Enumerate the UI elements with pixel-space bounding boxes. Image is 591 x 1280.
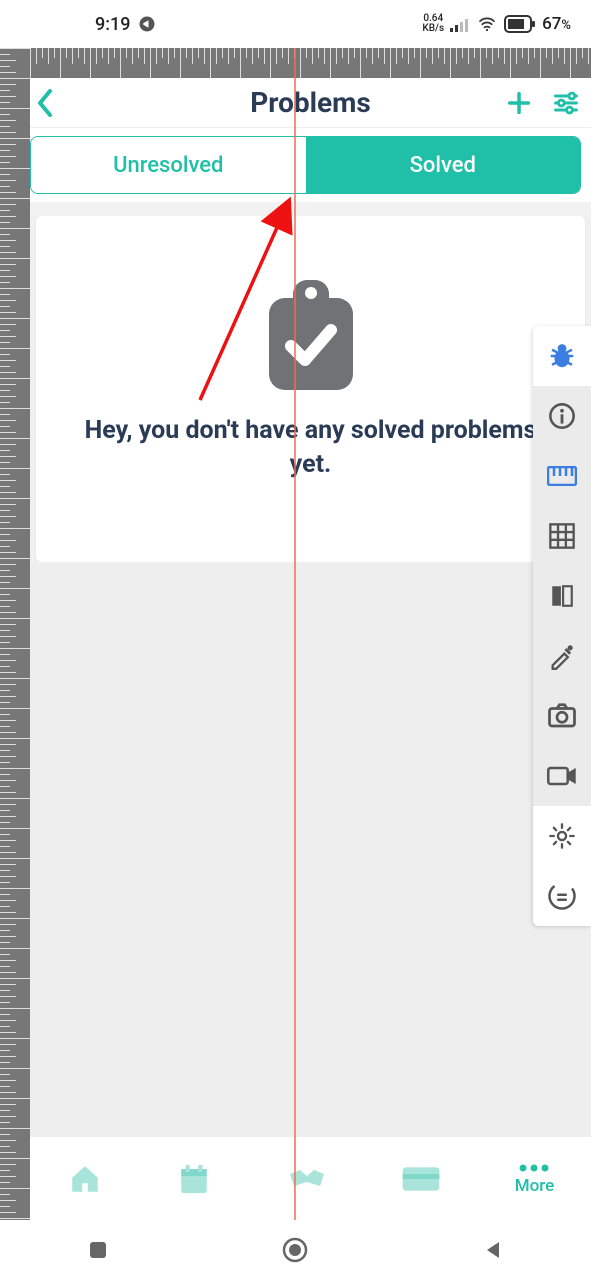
debug-ruler-button[interactable] — [533, 446, 591, 506]
back-button[interactable] — [36, 88, 54, 118]
debug-ruler-left — [0, 48, 30, 1280]
empty-state-card: Hey, you don't have any solved problems … — [36, 216, 585, 562]
nav-handshake[interactable] — [286, 1164, 328, 1194]
debug-bug-button[interactable] — [533, 326, 591, 386]
debug-eyedropper-button[interactable] — [533, 626, 591, 686]
tab-group: Unresolved Solved — [30, 136, 581, 194]
debug-split-button[interactable] — [533, 566, 591, 626]
debug-info-button[interactable] — [533, 386, 591, 446]
debug-camera-button[interactable] — [533, 686, 591, 746]
battery-icon — [504, 15, 536, 33]
add-button[interactable] — [505, 89, 533, 117]
debug-toolbar — [533, 326, 591, 926]
debug-video-button[interactable] — [533, 746, 591, 806]
debug-ruler-top — [0, 48, 591, 78]
status-bar: 9:19 0.64 KB/s 67% — [0, 0, 591, 48]
status-time: 9:19 — [95, 14, 130, 35]
battery-percentage: 67% — [542, 14, 571, 34]
system-recent-apps[interactable] — [86, 1238, 110, 1262]
net-speed-indicator: 0.64 KB/s — [422, 14, 444, 34]
debug-rotate-button[interactable] — [533, 866, 591, 926]
tab-unresolved[interactable]: Unresolved — [31, 137, 306, 193]
system-navigation-bar — [0, 1220, 591, 1280]
nav-more[interactable]: More — [515, 1162, 554, 1196]
debug-grid-button[interactable] — [533, 506, 591, 566]
tab-solved[interactable]: Solved — [306, 137, 581, 193]
debug-settings-button[interactable] — [533, 806, 591, 866]
megaphone-icon — [138, 15, 156, 33]
nav-card[interactable] — [401, 1164, 441, 1194]
nav-home[interactable] — [67, 1162, 103, 1196]
filter-settings-button[interactable] — [551, 89, 581, 117]
wifi-icon — [476, 15, 498, 33]
app-content-area: Problems Unresolved Solved — [30, 78, 591, 1220]
system-back[interactable] — [481, 1238, 505, 1262]
nav-calendar[interactable] — [176, 1162, 212, 1196]
bottom-navigation: More — [30, 1136, 591, 1220]
page-title: Problems — [44, 86, 577, 119]
app-header: Problems — [30, 78, 591, 128]
empty-state-message: Hey, you don't have any solved problems … — [56, 414, 565, 482]
clipboard-check-icon — [56, 276, 565, 394]
signal-icon — [450, 16, 470, 32]
system-home[interactable] — [281, 1236, 309, 1264]
nav-more-label: More — [515, 1176, 554, 1196]
